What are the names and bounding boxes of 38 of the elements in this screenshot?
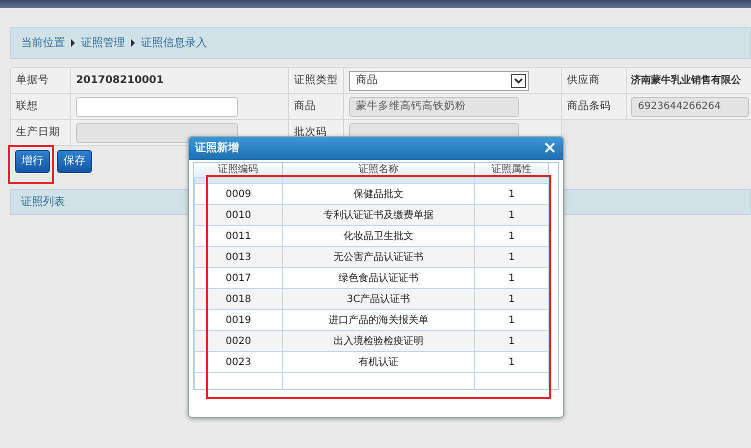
select-field[interactable]: 商品 [349, 70, 529, 90]
table-cell: 专利认证证书及缴费单据 [282, 204, 475, 226]
field-label: 联想 [16, 100, 38, 112]
field-label: 批次码 [294, 126, 327, 138]
table-cell: 0010 [194, 204, 282, 226]
table-cell: 1 [474, 330, 548, 352]
field-value: 济南蒙牛乳业销售有限公 [631, 75, 741, 86]
field-label: 证照类型 [294, 74, 338, 86]
table-cell: 无公害产品认证证书 [282, 246, 475, 268]
table-cell: 1 [474, 246, 548, 268]
field-value: 201708210001 [76, 74, 164, 86]
breadcrumb-current: 证照信息录入 [141, 34, 207, 51]
input-field[interactable] [76, 96, 238, 116]
breadcrumb-separator-icon [131, 39, 135, 47]
field-label: 商品 [294, 100, 316, 112]
table-cell: 3C产品认证书 [282, 288, 475, 310]
field-label: 单据号 [16, 74, 49, 86]
breadcrumb-link[interactable]: 证照管理 [81, 34, 125, 52]
breadcrumb-separator-icon [71, 39, 75, 47]
breadcrumb-link[interactable]: 当前位置 [21, 34, 65, 52]
dialog-title: 证照新增 [195, 140, 239, 156]
table-cell: 0013 [194, 246, 282, 268]
table-cell: 0023 [194, 352, 282, 372]
table-cell: 有机认证 [282, 352, 475, 372]
field-label: 生产日期 [16, 126, 60, 138]
field-label: 商品条码 [567, 100, 611, 112]
close-button[interactable]: × [542, 140, 557, 157]
table-cell: 1 [474, 352, 548, 372]
table-cell: 1 [474, 204, 548, 226]
dropdown-caret-icon[interactable] [511, 74, 526, 88]
field-label: 供应商 [567, 74, 600, 86]
add-row-button[interactable]: 增行 [15, 150, 50, 173]
panel-title: 证照列表 [21, 194, 65, 210]
table-cell: 1 [474, 288, 548, 310]
table-cell: 0020 [194, 330, 282, 352]
table-cell: 出入境检验检疫证明 [282, 330, 475, 352]
table-cell: 0018 [194, 288, 282, 310]
save-button[interactable]: 保存 [57, 150, 92, 173]
